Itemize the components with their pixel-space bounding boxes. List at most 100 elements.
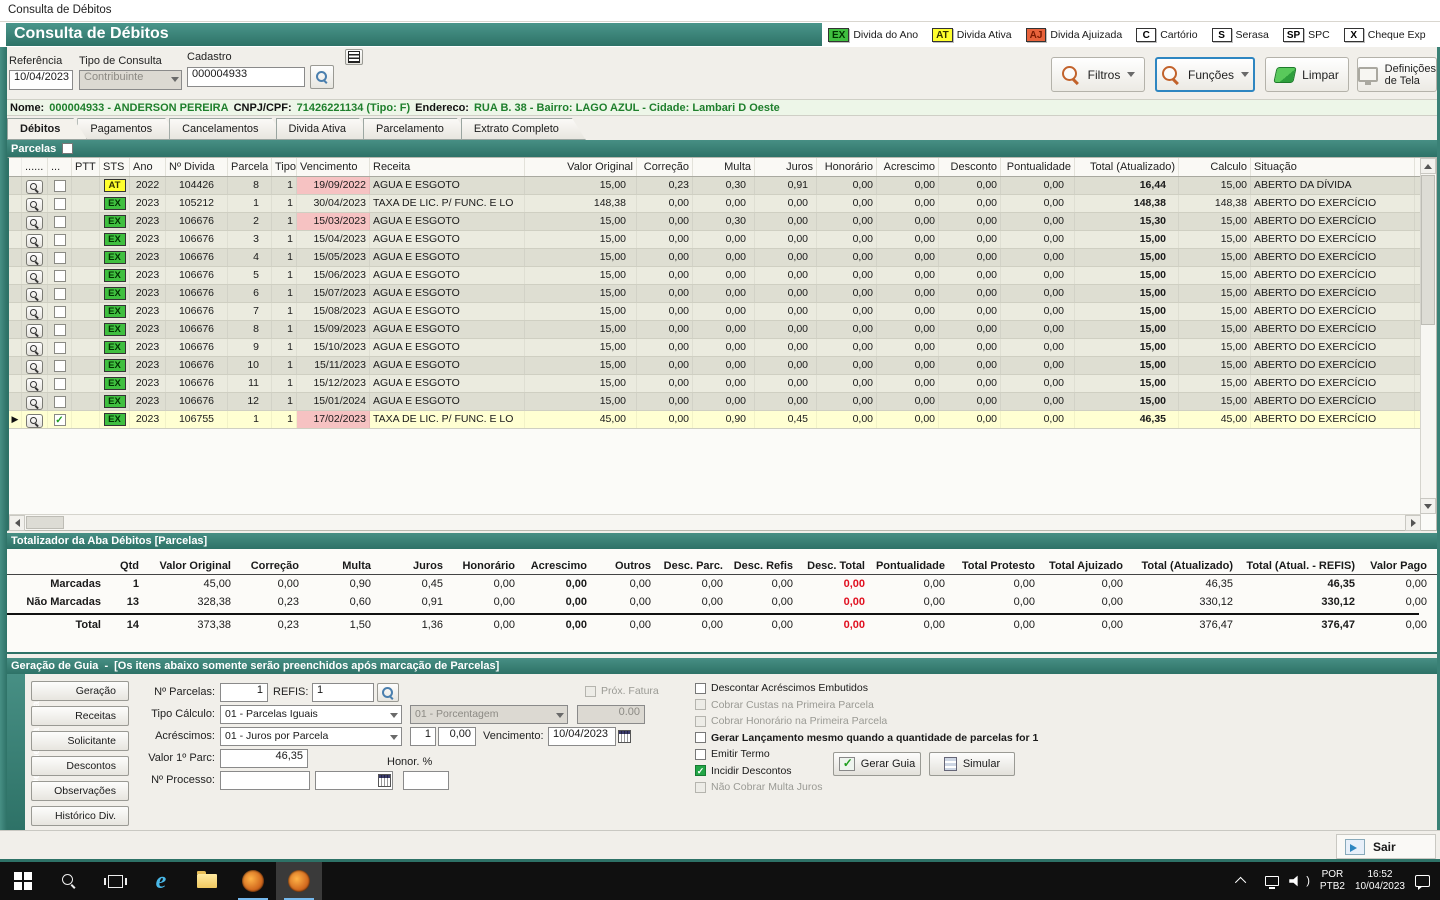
taskbar-search-button[interactable] [46,862,92,900]
guia-side-button-gera-o[interactable]: Geração [31,681,129,701]
internet-explorer-button[interactable]: e [138,862,184,900]
row-detail-button[interactable] [26,252,43,266]
table-row[interactable]: EX202310667612115/01/2024AGUA E ESGOTO15… [9,393,1436,411]
row-checkbox[interactable] [54,360,66,372]
row-checkbox[interactable] [54,180,66,192]
prox-fatura-checkbox[interactable]: Próx. Fatura [585,685,659,697]
guia-side-button-hist-rico-div-[interactable]: Histórico Div. [31,806,129,826]
parcelas-select-all-checkbox[interactable] [62,143,73,154]
task-view-button[interactable] [92,862,138,900]
gerar-guia-button[interactable]: Gerar Guia [833,752,921,776]
referencia-input[interactable]: 10/04/2023 [9,70,73,90]
table-row[interactable]: EX20231066762115/03/2023AGUA E ESGOTO15,… [9,213,1436,231]
row-detail-button[interactable] [26,342,43,356]
row-checkbox[interactable] [54,396,66,408]
network-icon[interactable] [1265,876,1279,886]
definicoes-tela-button[interactable]: Definiçõesde Tela [1357,57,1437,92]
guia-checkbox-n-o-cobrar-multa-juros[interactable]: Não Cobrar Multa Juros [695,781,822,793]
row-checkbox[interactable] [54,216,66,228]
limpar-button[interactable]: Limpar [1265,57,1349,92]
row-checkbox[interactable] [54,324,66,336]
row-detail-button[interactable] [26,414,43,428]
tab-cancelamentos[interactable]: Cancelamentos [169,118,285,140]
row-checkbox[interactable] [54,378,66,390]
funcoes-button[interactable]: Funções [1155,57,1255,92]
row-detail-button[interactable] [26,378,43,392]
row-detail-button[interactable] [26,180,43,194]
simular-button[interactable]: Simular [929,752,1015,776]
table-row[interactable]: EX20231066766115/07/2023AGUA E ESGOTO15,… [9,285,1436,303]
speaker-icon[interactable] [1289,875,1303,887]
tipo-calculo-select[interactable]: 01 - Parcelas Iguais [220,705,402,724]
scroll-down-button[interactable] [1420,498,1436,514]
valor-primeira-parcela-input[interactable]: 46,35 [220,749,308,768]
guia-side-button-observa-es[interactable]: Observações [31,781,129,801]
honor-percent-input[interactable] [403,771,449,790]
guia-side-button-receitas[interactable]: Receitas [31,706,129,726]
row-detail-button[interactable] [26,324,43,338]
table-row[interactable]: EX202310667611115/12/2023AGUA E ESGOTO15… [9,375,1436,393]
clock[interactable]: 16:5210/04/2023 [1355,869,1405,893]
filtros-button[interactable]: Filtros [1051,57,1145,92]
start-button[interactable] [0,862,46,900]
vencimento-input[interactable]: 10/04/2023 [548,727,616,746]
row-checkbox[interactable] [54,198,66,210]
row-checkbox[interactable] [54,288,66,300]
row-checkbox[interactable]: ✓ [54,414,66,426]
tipo-consulta-select[interactable]: Contribuinte [79,70,182,90]
guia-side-button-solicitante[interactable]: Solicitante [31,731,129,751]
app-taskbar-button-1[interactable] [230,862,276,900]
scroll-up-button[interactable] [1420,158,1436,174]
language-indicator[interactable]: PORPTB2 [1320,869,1345,893]
row-checkbox[interactable] [54,270,66,282]
n-parcelas-input[interactable]: 1 [220,683,268,702]
guia-checkbox-incidir-descontos[interactable]: ✓Incidir Descontos [695,765,792,777]
file-explorer-button[interactable] [184,862,230,900]
tab-parcelamento[interactable]: Parcelamento [363,118,471,140]
table-row[interactable]: EX20231066768115/09/2023AGUA E ESGOTO15,… [9,321,1436,339]
row-detail-button[interactable] [26,396,43,410]
refis-search-button[interactable] [377,683,399,702]
row-checkbox[interactable] [54,234,66,246]
calendar-icon[interactable] [618,730,631,743]
row-checkbox[interactable] [54,342,66,354]
refis-input[interactable]: 1 [312,683,374,702]
row-detail-button[interactable] [26,288,43,302]
guia-checkbox-emitir-termo[interactable]: Emitir Termo [695,748,770,760]
row-detail-button[interactable] [26,216,43,230]
table-row[interactable]: EX20231052121130/04/2023TAXA DE LIC. P/ … [9,195,1436,213]
taskbar-chevron-button[interactable] [1229,862,1255,900]
acrescimo-valor-input[interactable]: 0,00 [438,727,476,746]
table-row[interactable]: EX20231066765115/06/2023AGUA E ESGOTO15,… [9,267,1436,285]
row-detail-button[interactable] [26,270,43,284]
tab-divida-ativa[interactable]: Divida Ativa [276,118,373,140]
table-row[interactable]: ▶✓EX20231067551117/02/2023TAXA DE LIC. P… [9,411,1436,429]
horizontal-scrollbar[interactable] [9,514,1421,530]
n-processo-input[interactable] [220,771,310,790]
vertical-scroll-thumb[interactable] [1421,175,1435,325]
acrescimos-select[interactable]: 01 - Juros por Parcela [220,727,402,746]
sair-button[interactable]: Sair [1336,834,1436,859]
calculator-icon[interactable] [378,774,391,787]
table-row[interactable]: EX20231066769115/10/2023AGUA E ESGOTO15,… [9,339,1436,357]
guia-side-button-descontos[interactable]: Descontos [31,756,129,776]
row-checkbox[interactable] [54,252,66,264]
table-row[interactable]: EX20231066763115/04/2023AGUA E ESGOTO15,… [9,231,1436,249]
tab-d-bitos[interactable]: Débitos [7,118,87,140]
scroll-right-button[interactable] [1405,515,1421,531]
table-row[interactable]: AT20221044268119/09/2022AGUA E ESGOTO15,… [9,177,1436,195]
guia-checkbox-cobrar-custas-na-primeira-parc[interactable]: Cobrar Custas na Primeira Parcela [695,699,874,711]
cadastro-search-button[interactable] [310,65,334,89]
row-detail-button[interactable] [26,360,43,374]
table-row[interactable]: EX202310667610115/11/2023AGUA E ESGOTO15… [9,357,1436,375]
app-taskbar-button-2[interactable] [276,862,322,900]
guia-checkbox-gerar-lan-amento-mesmo-quando-[interactable]: Gerar Lançamento mesmo quando a quantida… [695,732,1038,744]
row-checkbox[interactable] [54,306,66,318]
row-detail-button[interactable] [26,234,43,248]
list-view-button[interactable] [345,49,363,65]
vertical-scrollbar[interactable] [1420,158,1436,514]
scroll-left-button[interactable] [9,515,25,531]
tab-extrato-completo[interactable]: Extrato Completo [461,118,586,140]
tab-pagamentos[interactable]: Pagamentos [77,118,179,140]
row-detail-button[interactable] [26,198,43,212]
